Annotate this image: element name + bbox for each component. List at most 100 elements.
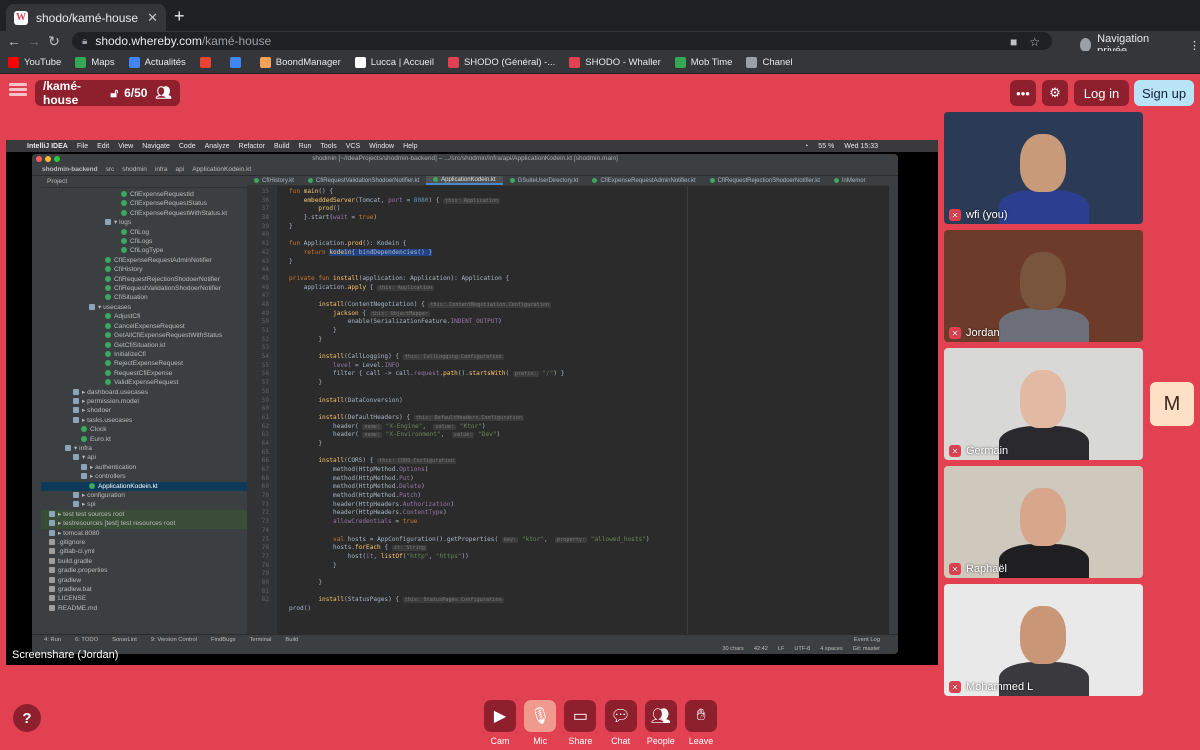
project-tree-item[interactable]: .gitlab-ci.yml (41, 547, 247, 556)
menubar-item[interactable]: Analyze (205, 143, 230, 150)
bookmark-item[interactable]: Lucca | Accueil (354, 56, 434, 68)
share-control[interactable]: ▭ Share (563, 700, 597, 746)
breadcrumb-item[interactable]: infra (155, 166, 168, 173)
editor-tab[interactable]: CfiRequestRejectionShodoerNotifier.kt (703, 176, 827, 185)
participant-tile[interactable]: ✕ Germain (944, 348, 1143, 460)
project-tree-item[interactable]: .gitignore (41, 538, 247, 547)
project-tree-item[interactable]: ▾ logs (41, 218, 247, 227)
code-content[interactable]: 35 fun main() {36 embeddedServer(Tomcat, … (247, 188, 887, 614)
project-tree-item[interactable]: InitializeCfi (41, 350, 247, 359)
project-tree-item[interactable]: ▸ controllers (41, 472, 247, 481)
project-tree-item[interactable]: ▸ authentication (41, 463, 247, 472)
mic-control[interactable]: 🎙︎ Mic (523, 700, 557, 746)
participant-tile[interactable]: ✕ Raphaël (944, 466, 1143, 578)
people-button[interactable]: 👥︎ (644, 700, 677, 732)
reload-icon[interactable]: ↻ (44, 33, 64, 50)
project-tree-item[interactable]: CfiExpenseRequestWithStatus.kt (41, 209, 247, 218)
participant-tile[interactable]: ✕ wfi (you) (944, 112, 1143, 224)
project-panel-header[interactable]: Project (41, 176, 247, 188)
mic-button[interactable]: 🎙︎ (524, 700, 557, 732)
project-tree-item[interactable]: ▾ usecases (41, 303, 247, 312)
chat-control[interactable]: 💬︎ Chat (604, 700, 638, 746)
more-options-button[interactable]: ••• (1010, 80, 1036, 106)
project-tree-item[interactable]: CfiHistory (41, 265, 247, 274)
menubar-item[interactable]: View (118, 143, 133, 150)
project-tree-item[interactable]: CfiExpenseRequestId (41, 190, 247, 199)
project-tree-item[interactable]: ▸ test test sources root (41, 509, 247, 520)
project-tree-item[interactable]: build.gradle (41, 557, 247, 566)
status-item[interactable]: 42:42 (754, 646, 768, 652)
breadcrumb-item[interactable]: shodmin (122, 166, 147, 173)
project-tree-item[interactable]: ▸ configuration (41, 491, 247, 500)
project-tree-item[interactable]: CfiExpenseRequestAdminNotifier (41, 256, 247, 265)
settings-button[interactable]: ⚙ (1042, 80, 1068, 106)
project-tree-item[interactable]: ValidExpenseRequest (41, 378, 247, 387)
editor-tab[interactable]: CfiExpenseRequestAdminNotifier.kt (585, 176, 702, 185)
project-tree-item[interactable]: GetAllCfiExpenseRequestWithStatus (41, 331, 247, 340)
breadcrumb-item[interactable]: api (176, 166, 185, 173)
bookmark-star-icon[interactable]: ☆ (1029, 35, 1040, 49)
help-button[interactable]: ? (13, 704, 41, 732)
toolwindow-button[interactable]: SonarLint (112, 637, 137, 643)
bookmark-item[interactable]: SHODO (Général) -... (447, 56, 555, 68)
toolwindow-button[interactable]: FindBugs (211, 637, 236, 643)
close-tab-icon[interactable]: ✕ (147, 10, 158, 26)
toolwindow-button[interactable]: 6: TODO (75, 637, 98, 643)
status-item[interactable]: 4 spaces (820, 646, 842, 652)
bookmark-item[interactable]: YouTube (8, 56, 61, 68)
browser-tab[interactable]: W shodo/kamé-house - Where ✕ (6, 4, 166, 31)
bookmark-item[interactable]: SHODO - Whaller (569, 56, 661, 68)
project-tree-item[interactable]: ▸ testresources [test] test resources ro… (41, 519, 247, 529)
editor-tab[interactable]: CfiHistory.kt (247, 176, 301, 185)
new-tab-icon[interactable]: + (174, 6, 185, 26)
browser-menu-icon[interactable]: ⋮ (1189, 39, 1200, 52)
toolwindow-button[interactable]: Build (285, 637, 298, 643)
participant-tile[interactable]: ✕ Mohammed L (944, 584, 1143, 696)
project-tree-item[interactable]: Euro.kt (41, 435, 247, 444)
project-tree-item[interactable]: ApplicationKodein.kt (41, 481, 247, 491)
status-item[interactable]: LF (778, 646, 785, 652)
project-tree-item[interactable]: RejectExpenseRequest (41, 359, 247, 368)
editor-tab[interactable]: ApplicationKodein.kt (426, 176, 503, 185)
forward-icon[interactable]: → (24, 33, 44, 49)
event-log-button[interactable]: Event Log (854, 637, 880, 643)
bookmark-item[interactable]: Mob Time (674, 56, 732, 68)
breadcrumb-item[interactable]: ApplicationKodein.kt (192, 166, 251, 173)
project-tree-item[interactable]: Clock (41, 425, 247, 434)
screenshare-video[interactable]: IntelliJ IDEA File Edit View Navigate Code An… (6, 140, 938, 665)
menubar-item[interactable]: Refactor (239, 143, 265, 150)
project-tree-item[interactable]: ▾ api (41, 453, 247, 462)
menubar-item[interactable]: Tools (320, 143, 336, 150)
bookmark-item[interactable]: Actualités (128, 56, 186, 68)
editor-tab[interactable]: GSuiteUserDirectory.kt (503, 176, 586, 185)
menubar-item[interactable]: Run (299, 143, 312, 150)
signup-button[interactable]: Sign up (1134, 80, 1194, 106)
project-tree-item[interactable]: CancelExpenseRequest (41, 322, 247, 331)
project-tree-item[interactable]: GetCfiSituation.kt (41, 341, 247, 350)
project-tree-item[interactable]: CfiLog (41, 228, 247, 237)
project-tree-item[interactable]: ▸ shodoer (41, 406, 247, 415)
chat-button[interactable]: 💬︎ (604, 700, 637, 732)
project-tree-item[interactable]: ▸ spi (41, 500, 247, 509)
project-tree-item[interactable]: README.md (41, 604, 247, 613)
editor-tab[interactable]: InMemor (827, 176, 873, 185)
menubar-item[interactable]: Help (403, 143, 417, 150)
status-item[interactable]: Git: master (853, 646, 880, 652)
project-tree-item[interactable]: AdjustCfi (41, 312, 247, 321)
leave-control[interactable]: ✋︎ Leave (684, 700, 718, 746)
project-tree-item[interactable]: CfiLogs (41, 237, 247, 246)
camera-permission-icon[interactable]: ■ (1010, 35, 1017, 49)
breadcrumb-item[interactable]: shodmin-backend (42, 166, 98, 173)
bookmark-item[interactable]: Chanel (746, 56, 793, 68)
participant-tile[interactable]: ✕ Jordan (944, 230, 1143, 342)
toolwindow-button[interactable]: 9: Version Control (151, 637, 197, 643)
cam-button[interactable]: ▶ (484, 700, 516, 732)
share-button[interactable]: ▭ (564, 700, 597, 732)
toolwindow-button[interactable]: 4: Run (44, 637, 61, 643)
menubar-item[interactable]: Build (274, 143, 290, 150)
project-tree-item[interactable]: gradlew.bat (41, 585, 247, 594)
menubar-item[interactable]: File (77, 143, 88, 150)
menubar-item[interactable]: Navigate (142, 143, 170, 150)
project-tree-item[interactable]: ▸ tasks.usecases (41, 416, 247, 425)
room-info[interactable]: /kamé-house 🔓︎ 6/50 👥︎ (35, 79, 180, 107)
